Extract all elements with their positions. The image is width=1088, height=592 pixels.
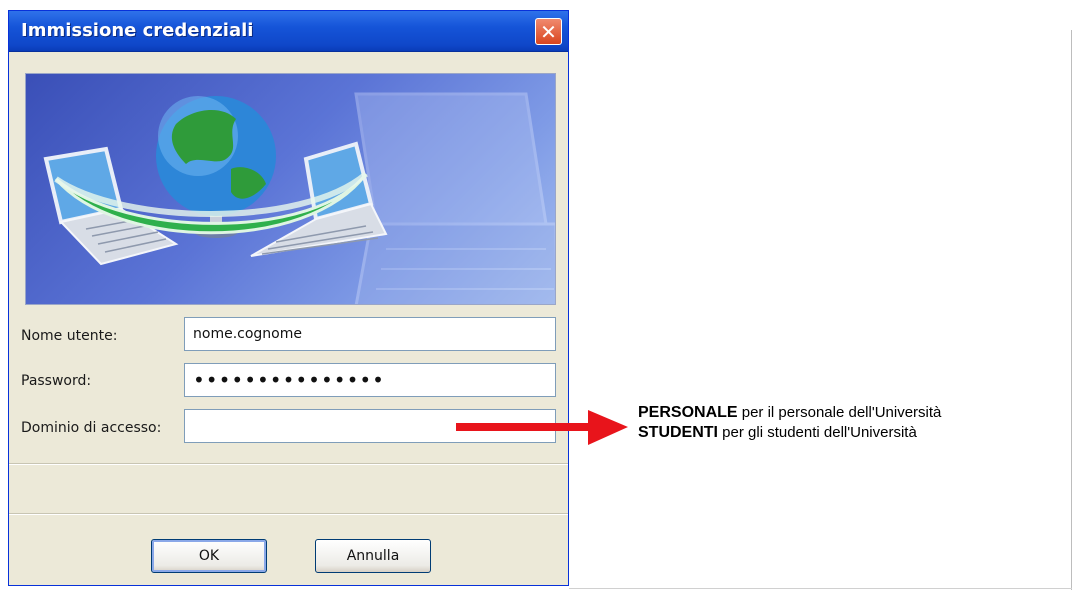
network-illustration <box>43 92 555 304</box>
password-label: Password: <box>21 373 92 389</box>
credentials-dialog: Immissione credenziali ✕ Nome utente: no… <box>8 10 569 586</box>
separator-top <box>9 463 568 465</box>
frame-border-bottom <box>569 588 1072 589</box>
annotation-line-studenti: STUDENTI per gli studenti dell'Universit… <box>638 423 941 443</box>
annotation-line-personale: PERSONALE per il personale dell'Universi… <box>638 403 941 423</box>
frame-border-right <box>1071 30 1072 590</box>
ok-button[interactable]: OK <box>151 539 267 573</box>
network-banner-image <box>25 73 556 305</box>
dialog-title: Immissione credenziali <box>21 20 254 41</box>
domain-label: Dominio di accesso: <box>21 420 162 436</box>
domain-annotation: PERSONALE per il personale dell'Universi… <box>638 403 941 443</box>
close-icon: ✕ <box>540 19 557 44</box>
annotation-studenti-text: per gli studenti dell'Università <box>718 424 917 441</box>
annotation-studenti-bold: STUDENTI <box>638 424 718 441</box>
annotation-arrow-icon <box>456 410 628 445</box>
username-label: Nome utente: <box>21 328 118 344</box>
close-button[interactable]: ✕ <box>535 18 562 45</box>
annotation-personale-bold: PERSONALE <box>638 404 738 421</box>
title-bar[interactable]: Immissione credenziali ✕ <box>9 11 568 52</box>
separator-bottom <box>9 513 568 515</box>
cancel-button[interactable]: Annulla <box>315 539 431 573</box>
annotation-personale-text: per il personale dell'Università <box>737 404 942 421</box>
password-input[interactable] <box>184 363 556 397</box>
username-input[interactable] <box>184 317 556 351</box>
